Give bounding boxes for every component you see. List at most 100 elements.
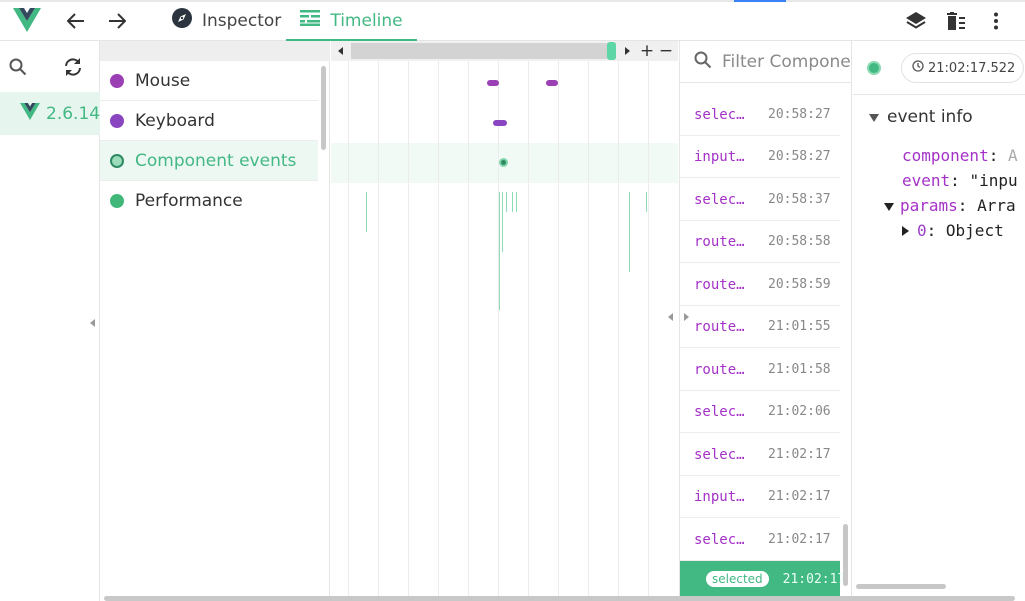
event-row[interactable]: selec… 21:02:17 [680, 434, 840, 476]
event-details-header: 21:02:17.522 [853, 41, 1025, 95]
layer-color-dot [110, 113, 124, 128]
collapse-left-icon[interactable] [666, 311, 674, 323]
layer-label: Keyboard [135, 110, 215, 131]
event-row[interactable]: selec… 21:02:17 [680, 519, 840, 561]
more-vertical-icon[interactable] [982, 8, 1010, 34]
details-horizontal-scrollbar[interactable] [856, 584, 946, 589]
selected-event-row[interactable]: selected 21:02:17 [680, 561, 845, 596]
vue-logo-icon [12, 6, 42, 34]
selected-badge: selected [706, 571, 769, 587]
search-icon[interactable] [6, 55, 30, 79]
event-name: route… [694, 233, 745, 250]
mouse-event-marker[interactable] [546, 80, 558, 86]
event-time: 20:58:27 [768, 107, 831, 122]
zoom-out-button[interactable]: − [658, 41, 674, 61]
params-item-0[interactable]: 0: Object [902, 221, 1004, 240]
app-item[interactable]: 2.6.14 [0, 92, 100, 135]
event-time: 20:58:37 [768, 192, 831, 207]
event-time: 21:02:17 [768, 489, 831, 504]
event-time: 21:01:55 [768, 319, 831, 334]
events-scrollbar[interactable] [843, 524, 848, 586]
event-row[interactable]: selec… 20:58:27 [680, 94, 840, 136]
timeline-scroll-track[interactable] [351, 43, 616, 59]
main-horizontal-scrollbar[interactable] [104, 596, 1015, 601]
event-name: route… [694, 361, 745, 378]
events-filter-bar [680, 41, 851, 83]
event-row[interactable]: route… 20:58:58 [680, 221, 840, 263]
property-key: component [902, 146, 989, 165]
layer-mouse[interactable]: Mouse [100, 61, 318, 101]
event-row[interactable]: input… 21:02:17 [680, 476, 840, 518]
layer-color-dot [110, 194, 124, 208]
chevron-right-icon [902, 221, 909, 240]
filter-components-input[interactable] [722, 51, 851, 72]
expand-right-icon[interactable] [682, 311, 690, 323]
event-time: 20:58:58 [768, 234, 831, 249]
refresh-icon[interactable] [60, 54, 86, 80]
event-time: 21:02:17 [768, 532, 831, 547]
timeline-canvas[interactable]: + − [331, 41, 678, 596]
event-info-title: event info [887, 107, 973, 127]
layers-icon[interactable] [902, 8, 930, 34]
clear-timeline-icon[interactable] [942, 8, 970, 34]
event-row[interactable]: route… 21:01:55 [680, 306, 840, 348]
event-name: route… [694, 276, 745, 293]
tab-timeline[interactable]: Timeline [286, 0, 417, 41]
property-key: params [900, 196, 958, 215]
mouse-event-marker[interactable] [487, 80, 499, 86]
event-row[interactable]: route… 21:01:58 [680, 349, 840, 391]
zoom-in-button[interactable]: + [639, 41, 655, 61]
event-row[interactable]: route… 20:58:59 [680, 264, 840, 306]
timeline-scroll-header: + − [331, 41, 678, 61]
tab-inspector[interactable]: Inspector [158, 0, 295, 41]
back-arrow-icon[interactable] [62, 8, 90, 34]
event-timestamp-text: 21:02:17.522 [928, 60, 1016, 76]
layer-color-dot [110, 153, 124, 168]
event-time: 20:58:59 [768, 277, 831, 292]
scroll-right-icon[interactable] [624, 47, 630, 55]
event-time: 21:02:06 [768, 404, 831, 419]
property-value: Object [945, 221, 1004, 240]
event-name: selec… [694, 106, 745, 123]
component-event-marker[interactable] [499, 158, 508, 167]
event-name: selec… [694, 531, 745, 548]
tab-timeline-label: Timeline [330, 10, 403, 31]
event-info-section[interactable]: event info [869, 107, 973, 127]
event-name: selec… [694, 191, 745, 208]
events-list: selec… 20:58:27 input… 20:58:27 selec… 20:5… [679, 41, 852, 596]
window-top-accent [734, 0, 786, 2]
layer-performance[interactable]: Performance [100, 181, 318, 221]
params-property[interactable]: params: Arra [884, 196, 1016, 215]
event-time: 21:02:17 [782, 571, 846, 587]
chevron-down-icon [884, 196, 894, 215]
event-row[interactable]: selec… 21:02:06 [680, 391, 840, 433]
event-time: 20:58:27 [768, 149, 831, 164]
event-time: 21:01:58 [768, 362, 831, 377]
scroll-left-icon[interactable] [337, 47, 343, 55]
chevron-down-icon [869, 107, 879, 127]
event-row[interactable]: input… 20:58:27 [680, 136, 840, 178]
event-name: input… [694, 488, 745, 505]
component-property: component: A [902, 146, 1018, 165]
event-row[interactable]: selec… 20:58:37 [680, 179, 840, 221]
event-time: 21:02:17 [768, 447, 831, 462]
collapse-left-icon[interactable] [88, 317, 96, 329]
event-name: selec… [694, 446, 745, 463]
forward-arrow-icon[interactable] [103, 8, 131, 34]
event-details-pane: 21:02:17.522 event info component: A eve… [853, 41, 1025, 596]
property-value: Arra [977, 196, 1016, 215]
layers-scrollbar[interactable] [321, 66, 326, 150]
event-name: route… [694, 318, 745, 335]
property-value: "inpu [969, 171, 1018, 190]
layers-list: Mouse Keyboard Component events Performa… [100, 41, 330, 596]
app-version: 2.6.14 [46, 103, 101, 124]
keyboard-event-marker[interactable] [493, 120, 507, 126]
compass-icon [172, 8, 192, 33]
event-name: selec… [694, 403, 745, 420]
layer-component-events[interactable]: Component events [100, 141, 318, 181]
search-icon [694, 51, 712, 73]
event-name: input… [694, 148, 745, 165]
timeline-scroll-thumb[interactable] [607, 42, 616, 60]
event-timestamp: 21:02:17.522 [901, 53, 1025, 83]
layer-keyboard[interactable]: Keyboard [100, 101, 318, 141]
